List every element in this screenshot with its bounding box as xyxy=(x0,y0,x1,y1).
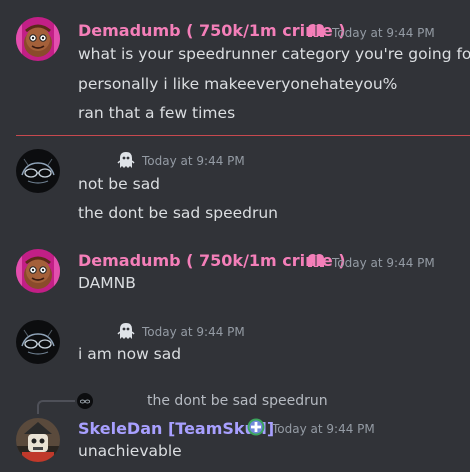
avatar[interactable] xyxy=(16,320,60,364)
cross-badge-icon xyxy=(246,417,266,441)
ghost-icon xyxy=(117,150,135,174)
brain-icon xyxy=(306,23,326,43)
avatar[interactable] xyxy=(16,249,60,293)
message-content: the dont be sad speedrun xyxy=(78,204,279,222)
avatar[interactable] xyxy=(16,17,60,61)
ghost-icon xyxy=(117,321,135,345)
message-author[interactable]: SkeleDan [TeamSkull] xyxy=(78,419,274,439)
message-content: ran that a few times xyxy=(78,104,236,122)
message-timestamp[interactable]: Today at 9:44 PM xyxy=(332,255,435,271)
message-timestamp[interactable]: Today at 9:44 PM xyxy=(332,25,435,41)
reply-avatar[interactable] xyxy=(77,393,93,409)
message-content: i am now sad xyxy=(78,345,182,363)
message-content: unachievable xyxy=(78,442,182,460)
reply-preview-text[interactable]: the dont be sad speedrun xyxy=(147,392,328,410)
message-content: not be sad xyxy=(78,175,161,193)
avatar[interactable] xyxy=(16,418,60,462)
message-timestamp[interactable]: Today at 9:44 PM xyxy=(142,324,245,340)
reply-connector xyxy=(37,400,75,414)
avatar[interactable] xyxy=(16,149,60,193)
chat-log: Demadumb ( 750k/1m crime ) Today at 9:44… xyxy=(0,0,470,472)
message-timestamp[interactable]: Today at 9:44 PM xyxy=(142,153,245,169)
message-content: what is your speedrunner category you're… xyxy=(78,45,470,63)
message-timestamp[interactable]: Today at 9:44 PM xyxy=(272,421,375,437)
message-content: DAMNB xyxy=(78,274,136,292)
new-messages-divider xyxy=(16,135,470,136)
message-content: personally i like makeeveryonehateyou% xyxy=(78,75,398,93)
brain-icon xyxy=(306,253,326,273)
